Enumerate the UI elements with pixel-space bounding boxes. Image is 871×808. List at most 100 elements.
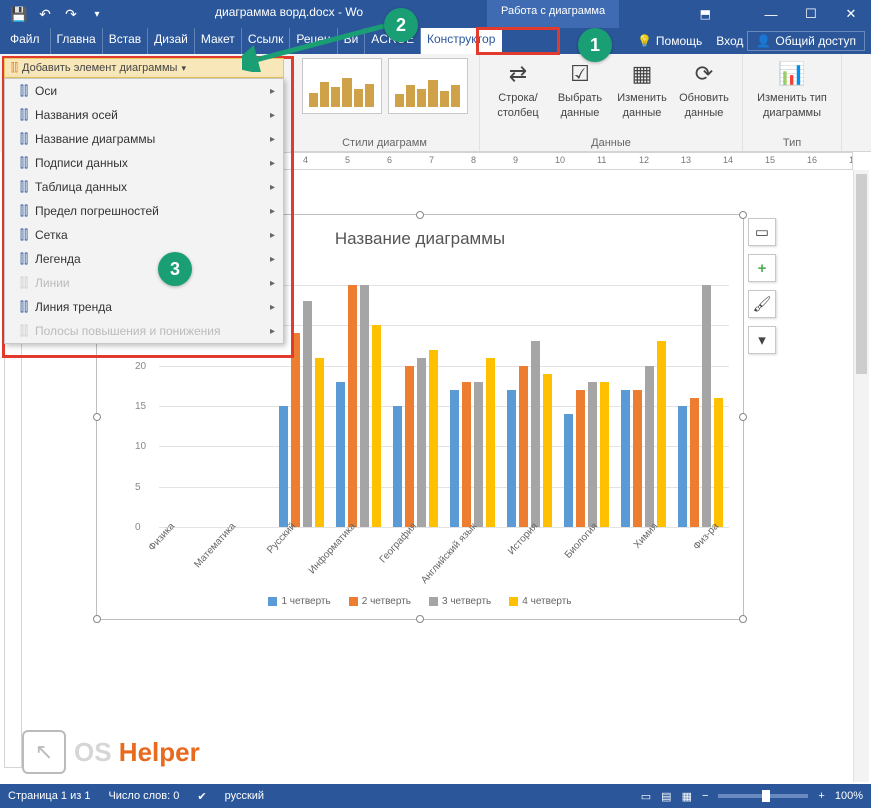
chart-bar[interactable] [576,390,585,527]
chart-bar[interactable] [372,325,381,527]
chart-glyph-icon: ⫿⫿ [13,227,35,243]
switch-row-column-button[interactable]: ⇄Строка/столбец [488,58,548,120]
refresh-data-button[interactable]: ⟳Обновитьданные [674,58,734,120]
legend-item[interactable]: 3 четверть [429,596,491,607]
menu-item[interactable]: ⫿⫿Сетка▸ [5,223,283,247]
chart-bar[interactable] [417,358,426,527]
chart-bar[interactable] [657,341,666,527]
qat-customize-icon[interactable]: ▾ [86,3,108,25]
chart-bar[interactable] [393,406,402,527]
chart-styles-button[interactable]: 🖌 [748,290,776,318]
menu-item[interactable]: ⫿⫿Подписи данных▸ [5,151,283,175]
chart-bar[interactable] [315,358,324,527]
legend-swatch [509,597,518,606]
chart-style-thumb-2[interactable] [388,58,468,114]
chart-bar[interactable] [348,285,357,527]
tell-me-label[interactable]: Помощь [656,34,702,48]
ribbon-options-icon[interactable]: ⬒ [700,7,711,21]
chart-bar[interactable] [714,398,723,527]
chevron-right-icon: ▸ [270,302,275,313]
status-proofing-icon[interactable]: ✔ [197,790,206,803]
zoom-in-icon[interactable]: + [818,790,824,802]
login-button[interactable]: Вход [716,34,743,48]
zoom-slider[interactable] [718,794,808,798]
change-chart-type-button[interactable]: 📊Изменить типдиаграммы [751,58,833,120]
menu-item[interactable]: ⫿⫿Предел погрешностей▸ [5,199,283,223]
tell-me-icon[interactable]: 💡 [637,34,652,48]
chart-bar[interactable] [690,398,699,527]
chart-legend[interactable]: 1 четверть 2 четверть 3 четверть 4 четверть [97,596,743,607]
ruler-tick: 9 [513,155,518,165]
tab-home[interactable]: Главна [51,28,103,54]
chart-bar[interactable] [588,382,597,527]
chart-bar[interactable] [450,390,459,527]
tab-layout[interactable]: Макет [195,28,242,54]
chart-bar[interactable] [360,285,369,527]
chart-bar[interactable] [462,382,471,527]
chart-bar[interactable] [405,366,414,527]
tab-file[interactable]: Файл [0,28,51,54]
zoom-out-icon[interactable]: − [702,790,708,802]
chart-bar[interactable] [507,390,516,527]
edit-data-button[interactable]: ▦Изменитьданные [612,58,672,120]
chart-bar[interactable] [600,382,609,527]
menu-item[interactable]: ⫿⫿Названия осей▸ [5,103,283,127]
menu-item[interactable]: ⫿⫿Линия тренда▸ [5,295,283,319]
view-read-mode-icon[interactable]: ▭ [641,790,651,803]
ribbon-tabs: Файл Главна Встав Дизай Макет Ссылк Реце… [0,28,871,54]
status-language[interactable]: русский [225,790,264,802]
zoom-level[interactable]: 100% [835,790,863,802]
save-icon[interactable]: 💾 [8,3,30,25]
chart-bar[interactable] [678,406,687,527]
close-button[interactable]: ✕ [831,0,871,28]
menu-item[interactable]: ⫿⫿Оси▸ [5,79,283,103]
select-data-button[interactable]: ☑Выбратьданные [550,58,610,120]
chart-elements-button[interactable]: + [748,254,776,282]
menu-item[interactable]: ⫿⫿Легенда▸ [5,247,283,271]
tab-constructor[interactable]: Конструктор [421,28,502,54]
add-chart-element-label: Добавить элемент диаграммы [22,62,177,74]
chart-bar[interactable] [291,333,300,527]
chart-category-group [387,285,444,527]
chart-bar[interactable] [531,341,540,527]
chart-bar[interactable] [564,414,573,527]
chart-filters-button[interactable]: ▾ [748,326,776,354]
chart-layout-options-button[interactable]: ▭ [748,218,776,246]
chart-bar[interactable] [633,390,642,527]
chart-bar[interactable] [303,301,312,527]
chart-bar[interactable] [621,390,630,527]
legend-item[interactable]: 4 четверть [509,596,571,607]
chart-x-label: Русский [236,521,298,588]
minimize-button[interactable]: — [751,0,791,28]
group-label-styles: Стили диаграмм [342,135,427,149]
chart-bar[interactable] [279,406,288,527]
chart-bar[interactable] [474,382,483,527]
chart-bar[interactable] [429,350,438,527]
ruler-tick: 6 [387,155,392,165]
menu-item-label: Линии [35,276,70,290]
menu-item[interactable]: ⫿⫿Название диаграммы▸ [5,127,283,151]
redo-icon[interactable]: ↷ [60,3,82,25]
share-button[interactable]: 👤 Общий доступ [747,31,865,51]
legend-item[interactable]: 1 четверть [268,596,330,607]
undo-icon[interactable]: ↶ [34,3,56,25]
chart-bar[interactable] [543,374,552,527]
maximize-button[interactable]: ☐ [791,0,831,28]
legend-item[interactable]: 2 четверть [349,596,411,607]
status-word-count[interactable]: Число слов: 0 [108,790,179,802]
chart-bar[interactable] [336,382,345,527]
chart-bar[interactable] [519,366,528,527]
view-web-layout-icon[interactable]: ▦ [682,790,692,803]
view-print-layout-icon[interactable]: ▤ [661,790,671,803]
menu-item-label: Полосы повышения и понижения [35,324,221,338]
tab-design[interactable]: Дизай [148,28,195,54]
tab-insert[interactable]: Встав [103,28,148,54]
menu-item[interactable]: ⫿⫿Таблица данных▸ [5,175,283,199]
chart-bar[interactable] [702,285,711,527]
vertical-scrollbar[interactable] [853,170,869,782]
ruler-tick: 14 [723,155,733,165]
chart-bar[interactable] [486,358,495,527]
menu-item: ⫿⫿Линии▸ [5,271,283,295]
chart-bar[interactable] [645,366,654,527]
status-page[interactable]: Страница 1 из 1 [8,790,90,802]
